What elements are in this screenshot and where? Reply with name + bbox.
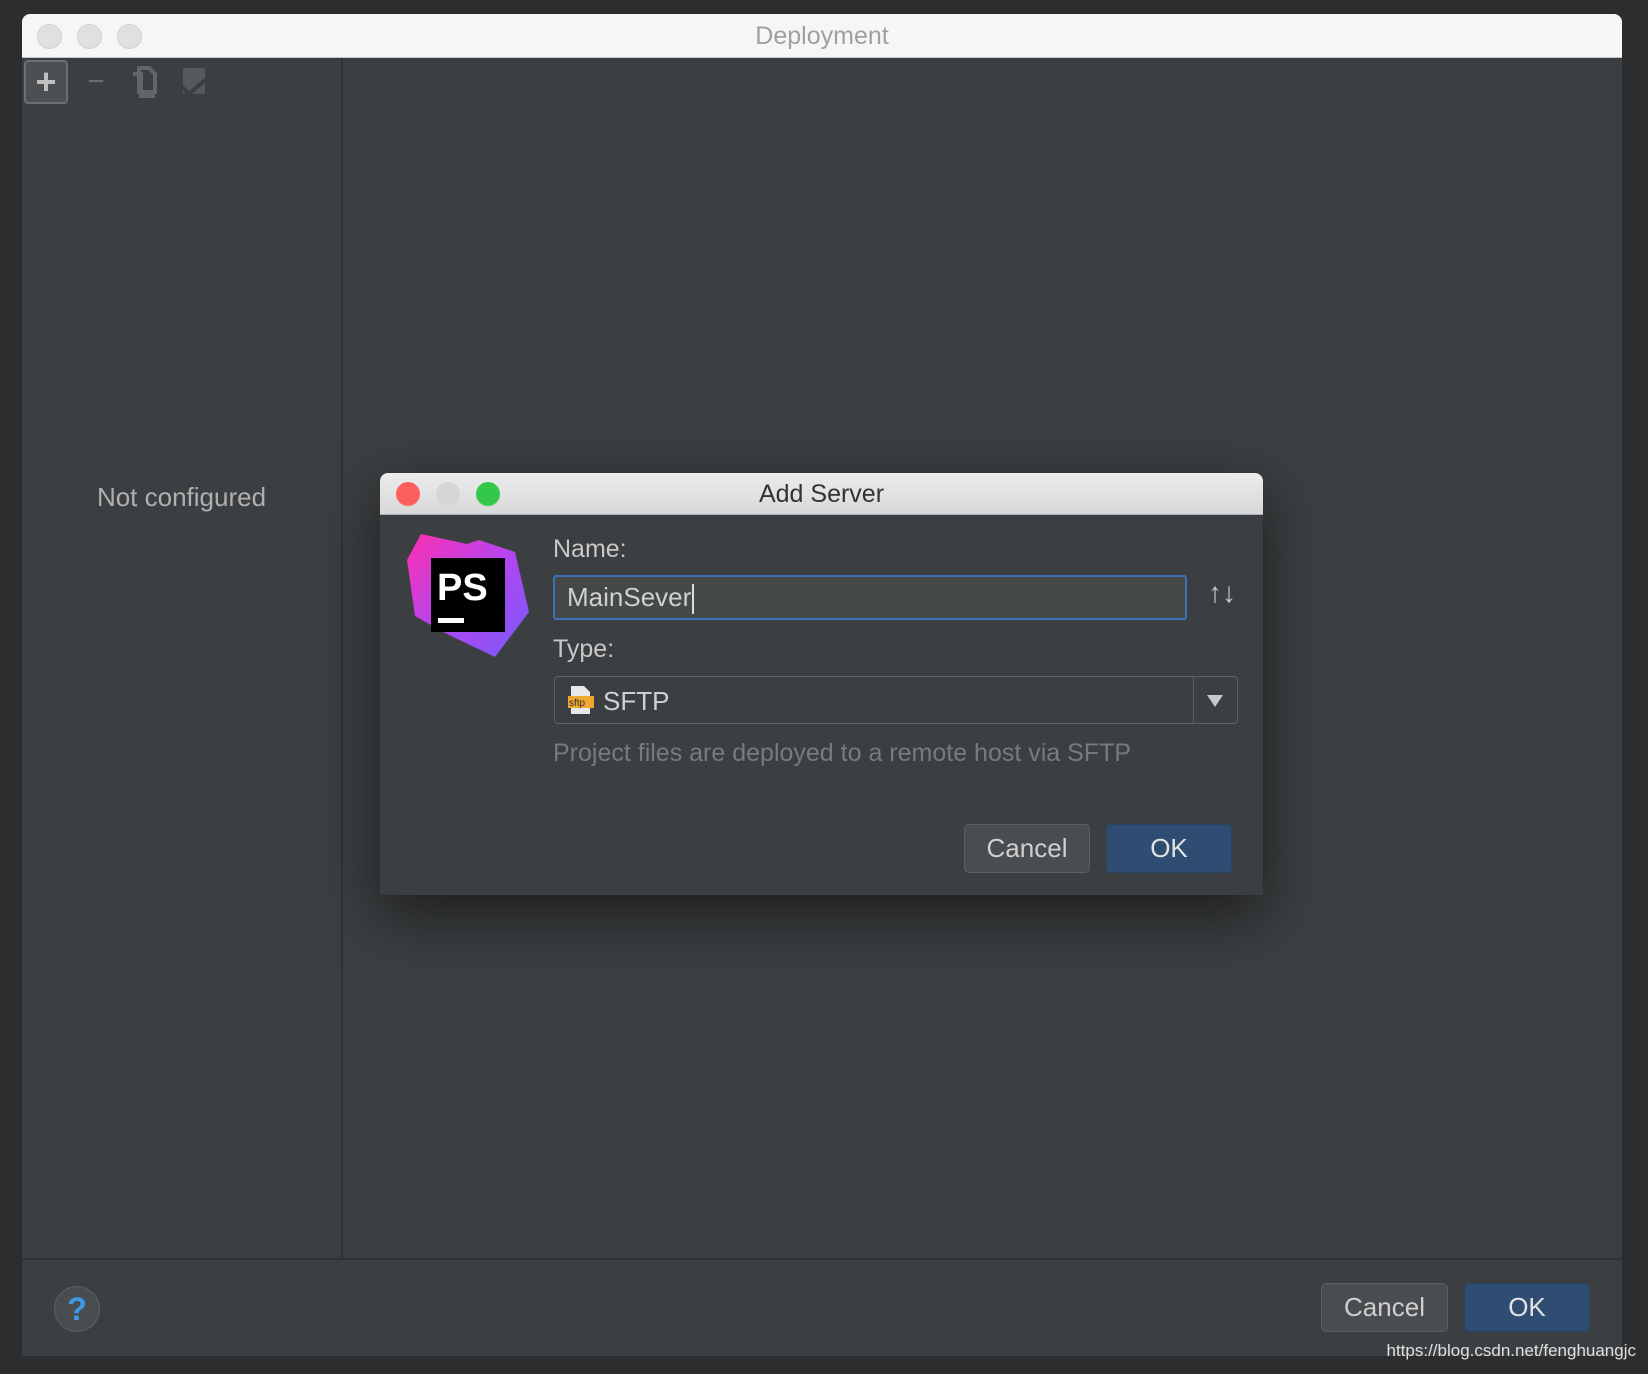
type-description: Project files are deployed to a remote h…: [553, 739, 1132, 767]
sftp-icon: sftp: [568, 685, 594, 715]
dialog-close-button[interactable]: [396, 482, 420, 506]
dialog-ok-button[interactable]: OK: [1106, 824, 1232, 873]
copy-icon: [133, 66, 157, 98]
text-cursor: [692, 584, 695, 615]
name-label: Name:: [553, 535, 627, 563]
ok-button[interactable]: OK: [1464, 1283, 1590, 1332]
phpstorm-logo: PS: [407, 534, 529, 657]
select-divider: [1193, 677, 1194, 723]
not-configured-text: Not configured: [96, 482, 267, 512]
copy-server-button[interactable]: [123, 60, 167, 104]
set-default-button[interactable]: [171, 60, 215, 104]
footer-divider: [22, 1258, 1622, 1260]
check-list-icon: [179, 68, 207, 97]
cancel-button[interactable]: Cancel: [1321, 1283, 1448, 1332]
sidebar-divider: [341, 58, 343, 1258]
dialog-zoom-button[interactable]: [476, 482, 500, 506]
dialog-minimize-button[interactable]: [436, 482, 460, 506]
remove-server-button[interactable]: −: [74, 60, 118, 104]
svg-text:PS: PS: [437, 567, 488, 609]
name-input[interactable]: MainSever: [553, 575, 1187, 620]
type-label: Type:: [553, 635, 615, 663]
name-value: MainSever: [567, 582, 692, 612]
svg-text:sftp: sftp: [569, 698, 586, 709]
help-button[interactable]: ?: [54, 1286, 100, 1332]
type-select[interactable]: sftp SFTP: [554, 676, 1238, 724]
watermark: https://blog.csdn.net/fenghuangjc: [1386, 1341, 1636, 1360]
window-zoom-button[interactable]: [117, 24, 142, 49]
type-value: SFTP: [603, 686, 670, 716]
dialog-cancel-button[interactable]: Cancel: [964, 824, 1090, 873]
add-server-dialog: Add Server PS Name: MainSever ↑↓ Type: s…: [380, 473, 1263, 895]
window-title: Deployment: [22, 14, 1622, 58]
add-server-button[interactable]: +: [24, 60, 68, 104]
chevron-down-icon[interactable]: [1207, 695, 1223, 707]
window-close-button[interactable]: [37, 24, 62, 49]
window-minimize-button[interactable]: [77, 24, 102, 49]
sort-icon[interactable]: ↑↓: [1208, 577, 1236, 609]
dialog-title: Add Server: [380, 473, 1263, 515]
